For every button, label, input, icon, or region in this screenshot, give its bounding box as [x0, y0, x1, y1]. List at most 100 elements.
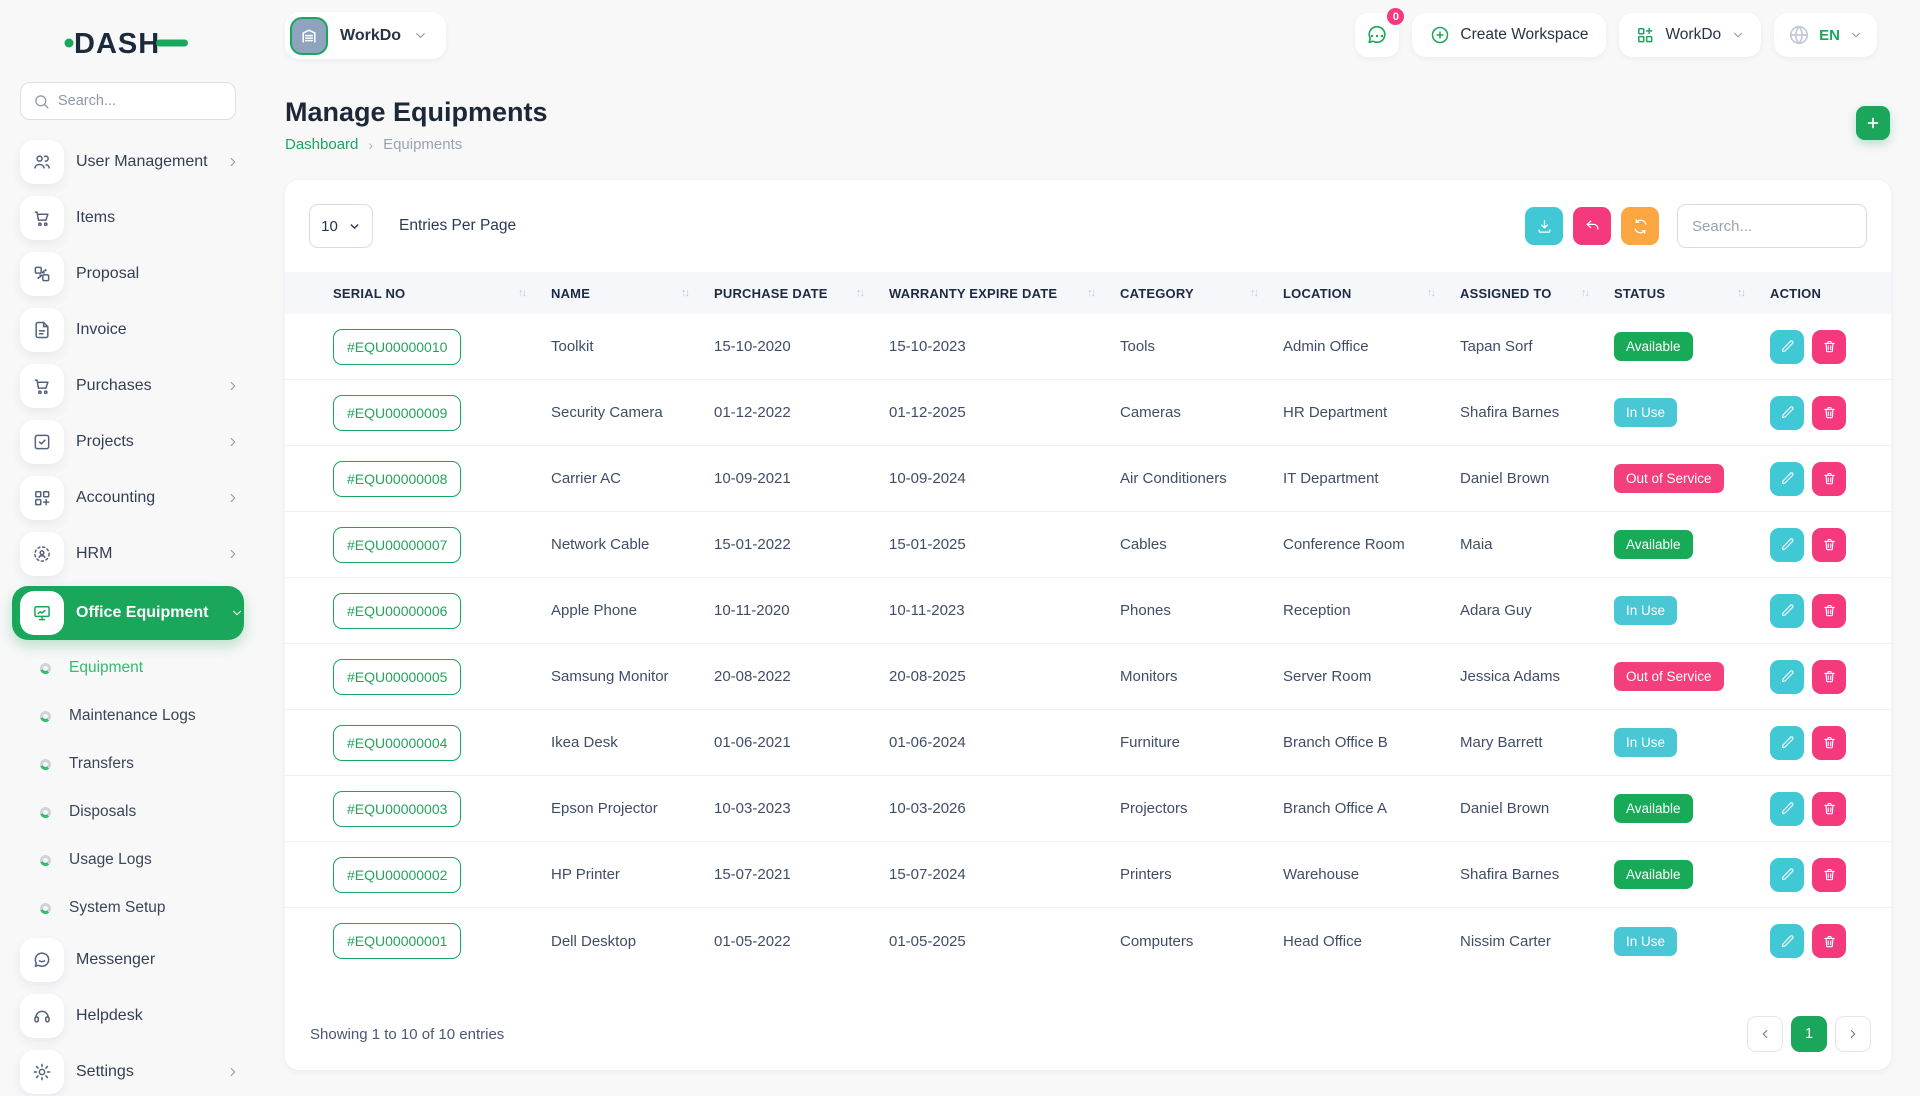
- cell-purchase-date: 15-01-2022: [714, 536, 889, 553]
- sort-icon[interactable]: ↑↓: [1250, 287, 1257, 299]
- sidebar-item-settings[interactable]: Settings: [0, 1048, 240, 1096]
- previous-page-button[interactable]: [1747, 1016, 1783, 1052]
- delete-button[interactable]: [1812, 330, 1846, 364]
- add-equipment-button[interactable]: [1856, 106, 1890, 140]
- entries-per-page-select[interactable]: 10: [309, 204, 373, 248]
- edit-button[interactable]: [1770, 528, 1804, 562]
- edit-button[interactable]: [1770, 858, 1804, 892]
- column-header-assigned-to[interactable]: ASSIGNED TO ↑↓: [1460, 286, 1614, 301]
- breadcrumb-dashboard-link[interactable]: Dashboard: [285, 136, 358, 153]
- edit-button[interactable]: [1770, 726, 1804, 760]
- cell-category: Projectors: [1120, 800, 1283, 817]
- cell-warranty-expire-date: 01-06-2024: [889, 734, 1120, 751]
- sort-icon[interactable]: ↑↓: [856, 287, 863, 299]
- sidebar-item-office-equipment[interactable]: Office Equipment: [12, 586, 244, 640]
- sort-icon[interactable]: ↑↓: [681, 287, 688, 299]
- column-header-location[interactable]: LOCATION ↑↓: [1283, 286, 1460, 301]
- serial-no-link[interactable]: #EQU00000009: [333, 395, 461, 431]
- messages-button[interactable]: 0: [1355, 13, 1399, 57]
- sort-icon[interactable]: ↑↓: [1737, 287, 1744, 299]
- delete-button[interactable]: [1812, 594, 1846, 628]
- cell-assigned-to: Mary Barrett: [1460, 734, 1614, 751]
- column-header-purchase-date[interactable]: PURCHASE DATE ↑↓: [714, 286, 889, 301]
- sidebar-search-input[interactable]: [58, 93, 223, 109]
- cell-warranty-expire-date: 01-12-2025: [889, 404, 1120, 421]
- export-download-button[interactable]: [1525, 207, 1563, 245]
- serial-no-link[interactable]: #EQU00000006: [333, 593, 461, 629]
- cell-assigned-to: Nissim Carter: [1460, 933, 1614, 950]
- sidebar-search[interactable]: [20, 82, 236, 120]
- status-badge: In Use: [1614, 596, 1677, 625]
- sidebar-subitem-equipment[interactable]: Equipment: [0, 648, 256, 688]
- delete-button[interactable]: [1812, 924, 1846, 958]
- cell-action: [1770, 726, 1891, 760]
- sidebar-item-purchases[interactable]: Purchases: [0, 362, 240, 410]
- sidebar-item-messenger[interactable]: Messenger: [0, 936, 240, 984]
- cell-purchase-date: 01-12-2022: [714, 404, 889, 421]
- cell-location: Head Office: [1283, 933, 1460, 950]
- column-header-category[interactable]: CATEGORY ↑↓: [1120, 286, 1283, 301]
- edit-button[interactable]: [1770, 462, 1804, 496]
- serial-no-link[interactable]: #EQU00000002: [333, 857, 461, 893]
- delete-button[interactable]: [1812, 396, 1846, 430]
- delete-button[interactable]: [1812, 462, 1846, 496]
- create-workspace-button[interactable]: Create Workspace: [1412, 13, 1606, 57]
- edit-button[interactable]: [1770, 660, 1804, 694]
- notification-badge: 0: [1385, 6, 1406, 27]
- sidebar-item-user-management[interactable]: User Management: [0, 138, 240, 186]
- column-header-serial-no[interactable]: SERIAL NO ↑↓: [285, 286, 551, 301]
- serial-no-link[interactable]: #EQU00000004: [333, 725, 461, 761]
- language-selector[interactable]: EN: [1774, 13, 1877, 57]
- delete-button[interactable]: [1812, 858, 1846, 892]
- edit-button[interactable]: [1770, 330, 1804, 364]
- edit-button[interactable]: [1770, 792, 1804, 826]
- edit-button[interactable]: [1770, 396, 1804, 430]
- delete-button[interactable]: [1812, 792, 1846, 826]
- delete-button[interactable]: [1812, 660, 1846, 694]
- workspace-selector[interactable]: WorkDo: [285, 12, 446, 59]
- column-header-status[interactable]: STATUS ↑↓: [1614, 286, 1770, 301]
- page-number-button[interactable]: 1: [1791, 1016, 1827, 1052]
- sidebar-subitem-disposals[interactable]: Disposals: [0, 792, 256, 832]
- sort-icon[interactable]: ↑↓: [1427, 287, 1434, 299]
- sidebar-item-proposal[interactable]: Proposal: [0, 250, 240, 298]
- table-row: #EQU00000003 Epson Projector 10-03-2023 …: [285, 776, 1891, 842]
- edit-button[interactable]: [1770, 924, 1804, 958]
- serial-no-link[interactable]: #EQU00000003: [333, 791, 461, 827]
- delete-button[interactable]: [1812, 726, 1846, 760]
- serial-no-link[interactable]: #EQU00000001: [333, 923, 461, 959]
- serial-no-link[interactable]: #EQU00000005: [333, 659, 461, 695]
- cell-purchase-date: 10-09-2021: [714, 470, 889, 487]
- sidebar-subitem-transfers[interactable]: Transfers: [0, 744, 256, 784]
- sidebar-item-invoice[interactable]: Invoice: [0, 306, 240, 354]
- sidebar-item-projects[interactable]: Projects: [0, 418, 240, 466]
- table-search-input[interactable]: [1677, 204, 1867, 248]
- workdo-menu-button[interactable]: WorkDo: [1619, 13, 1761, 57]
- cell-category: Cables: [1120, 536, 1283, 553]
- serial-no-link[interactable]: #EQU00000010: [333, 329, 461, 365]
- sidebar-subitem-maintenance-logs[interactable]: Maintenance Logs: [0, 696, 256, 736]
- sidebar-item-items[interactable]: Items: [0, 194, 240, 242]
- serial-no-link[interactable]: #EQU00000007: [333, 527, 461, 563]
- next-page-button[interactable]: [1835, 1016, 1871, 1052]
- sidebar-subitem-system-setup[interactable]: System Setup: [0, 888, 256, 928]
- sort-icon[interactable]: ↑↓: [1087, 287, 1094, 299]
- edit-button[interactable]: [1770, 594, 1804, 628]
- subitem-label: Usage Logs: [69, 851, 152, 869]
- column-header-warranty-expire-date[interactable]: WARRANTY EXPIRE DATE ↑↓: [889, 286, 1120, 301]
- sidebar-item-accounting[interactable]: Accounting: [0, 474, 240, 522]
- language-code: EN: [1819, 27, 1840, 44]
- serial-no-link[interactable]: #EQU00000008: [333, 461, 461, 497]
- delete-button[interactable]: [1812, 528, 1846, 562]
- grid-plus-icon: [20, 476, 64, 520]
- refresh-button[interactable]: [1621, 207, 1659, 245]
- sidebar-item-hrm[interactable]: HRM: [0, 530, 240, 578]
- column-header-name[interactable]: NAME ↑↓: [551, 286, 714, 301]
- sort-icon[interactable]: ↑↓: [1581, 287, 1588, 299]
- sidebar-item-helpdesk[interactable]: Helpdesk: [0, 992, 240, 1040]
- undo-button[interactable]: [1573, 207, 1611, 245]
- sort-icon[interactable]: ↑↓: [518, 287, 525, 299]
- chevron-right-icon: [226, 1065, 240, 1079]
- create-workspace-label: Create Workspace: [1460, 26, 1588, 44]
- sidebar-subitem-usage-logs[interactable]: Usage Logs: [0, 840, 256, 880]
